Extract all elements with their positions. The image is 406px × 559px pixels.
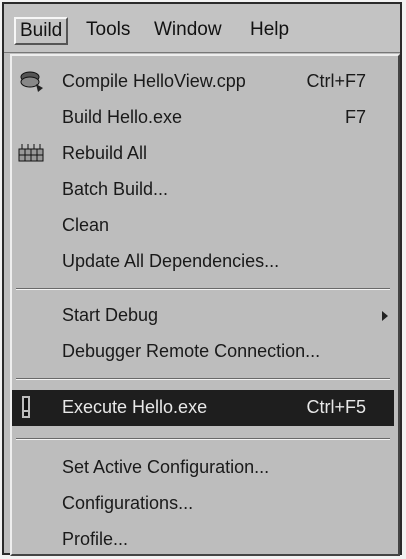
compile-icon [16, 68, 46, 94]
menu-item-label: Execute Hello.exe [62, 397, 208, 417]
menu-item-build-hello[interactable]: Build Hello.exe F7 [12, 100, 394, 136]
menu-separator [16, 438, 390, 440]
menu-item-clean[interactable]: Clean [12, 208, 394, 244]
menu-item-update-dependencies[interactable]: Update All Dependencies... [12, 244, 394, 280]
menu-item-start-debug[interactable]: Start Debug [12, 298, 394, 334]
build-dropdown-menu: Compile HelloView.cpp Ctrl+F7 Build Hell… [10, 54, 400, 556]
menu-item-label: Configurations... [62, 493, 194, 513]
menu-item-label: Clean [62, 215, 110, 235]
menu-item-debugger-remote[interactable]: Debugger Remote Connection... [12, 334, 394, 370]
menu-build[interactable]: Build [14, 17, 69, 45]
menu-separator [16, 288, 390, 290]
menu-item-label: Build Hello.exe [62, 107, 183, 127]
menu-tools[interactable]: Tools [86, 19, 130, 41]
menu-window[interactable]: Window [154, 19, 222, 41]
menu-item-label: Batch Build... [62, 179, 169, 199]
menu-item-batch-build[interactable]: Batch Build... [12, 172, 394, 208]
shortcut-label: Ctrl+F5 [306, 397, 366, 417]
menu-item-label: Debugger Remote Connection... [62, 341, 321, 361]
menu-item-configurations[interactable]: Configurations... [12, 486, 394, 522]
menu-item-label: Compile HelloView.cpp [62, 71, 246, 91]
menu-item-execute[interactable]: Execute Hello.exe Ctrl+F5 [12, 390, 394, 426]
menu-item-profile[interactable]: Profile... [12, 522, 394, 558]
menu-item-compile[interactable]: Compile HelloView.cpp Ctrl+F7 [12, 64, 394, 100]
menu-item-label: Rebuild All [62, 143, 148, 163]
menu-item-rebuild-all[interactable]: Rebuild All [12, 136, 394, 172]
menu-item-set-active-config[interactable]: Set Active Configuration... [12, 450, 394, 486]
menu-item-label: Profile... [62, 529, 129, 549]
shortcut-label: Ctrl+F7 [306, 71, 366, 91]
menu-separator [16, 378, 390, 380]
menu-item-label: Start Debug [62, 305, 159, 325]
submenu-arrow-icon [382, 311, 388, 321]
menu-help[interactable]: Help [250, 19, 289, 41]
menu-bar: Build Tools Window Help [4, 4, 400, 53]
window-frame: Build Tools Window Help Compile HelloVie… [2, 2, 402, 556]
menu-item-label: Set Active Configuration... [62, 457, 270, 477]
rebuild-icon [16, 140, 46, 166]
menu-item-label: Update All Dependencies... [62, 251, 280, 271]
execute-icon [16, 394, 46, 420]
shortcut-label: F7 [344, 107, 366, 127]
